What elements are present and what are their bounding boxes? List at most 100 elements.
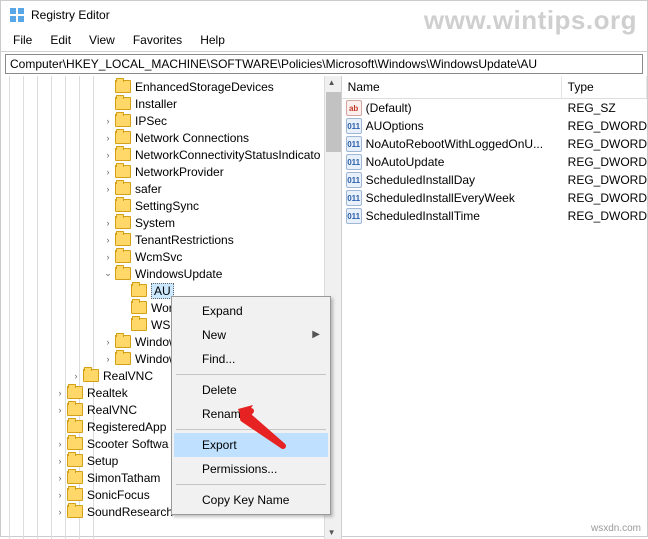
expand-icon[interactable]: › (101, 337, 115, 347)
folder-icon (115, 352, 131, 365)
scroll-up-icon[interactable]: ▲ (328, 78, 336, 87)
footer-text: wsxdn.com (591, 523, 641, 534)
expand-icon[interactable]: › (101, 133, 115, 143)
folder-icon (131, 318, 147, 331)
dword-value-icon: 011 (346, 172, 362, 188)
tree-item[interactable]: ›safer (1, 180, 341, 197)
value-name: ScheduledInstallTime (366, 209, 480, 223)
tree-item[interactable]: › IPSec (1, 112, 341, 129)
folder-icon (67, 403, 83, 416)
menu-view[interactable]: View (81, 31, 123, 49)
menu-item-rename[interactable]: Rename (174, 402, 328, 426)
tree-item-label: SettingSync (135, 199, 199, 213)
value-name: NoAutoUpdate (366, 155, 445, 169)
menu-item-export[interactable]: Export (174, 433, 328, 457)
expand-icon[interactable]: › (53, 473, 67, 483)
expand-icon[interactable]: › (53, 490, 67, 500)
menu-help[interactable]: Help (192, 31, 233, 49)
expand-icon[interactable]: › (53, 405, 67, 415)
value-row[interactable]: 011NoAutoRebootWithLoggedOnU...REG_DWORD (342, 135, 647, 153)
menu-separator (176, 484, 326, 485)
value-row[interactable]: ab(Default)REG_SZ (342, 99, 647, 117)
folder-icon (67, 420, 83, 433)
value-name: AUOptions (366, 119, 424, 133)
dword-value-icon: 011 (346, 118, 362, 134)
dword-value-icon: 011 (346, 208, 362, 224)
expand-icon[interactable]: › (53, 507, 67, 517)
expand-icon[interactable]: ⌄ (101, 268, 115, 279)
value-name: (Default) (366, 101, 412, 115)
tree-item-label: RealVNC (87, 403, 137, 417)
expand-icon[interactable]: › (101, 235, 115, 245)
value-type: REG_DWORD (562, 191, 647, 205)
value-row[interactable]: 011ScheduledInstallDayREG_DWORD (342, 171, 647, 189)
folder-icon (67, 437, 83, 450)
expand-icon[interactable]: › (53, 388, 67, 398)
menu-item-new[interactable]: New▶ (174, 323, 328, 347)
tree-item[interactable]: Installer (1, 95, 341, 112)
window-title: Registry Editor (31, 8, 110, 22)
folder-icon (67, 454, 83, 467)
expand-icon[interactable]: › (101, 354, 115, 364)
tree-item[interactable]: SettingSync (1, 197, 341, 214)
tree-item-label: TenantRestrictions (135, 233, 234, 247)
menu-item-delete[interactable]: Delete (174, 378, 328, 402)
scroll-down-icon[interactable]: ▼ (328, 528, 336, 537)
folder-icon (67, 505, 83, 518)
value-row[interactable]: 011 ScheduledInstallTime REG_DWORD (342, 207, 647, 225)
expand-icon[interactable]: › (101, 167, 115, 177)
value-type: REG_DWORD (562, 173, 647, 187)
value-type: REG_DWORD (562, 137, 647, 151)
expand-icon[interactable]: › (101, 218, 115, 228)
expand-icon[interactable]: › (53, 456, 67, 466)
tree-item[interactable]: ›System (1, 214, 341, 231)
expand-icon[interactable]: › (69, 371, 83, 381)
tree-item[interactable]: ›NetworkProvider (1, 163, 341, 180)
menu-separator (176, 429, 326, 430)
folder-icon (115, 148, 131, 161)
folder-icon (115, 250, 131, 263)
values-pane: Name Type ab(Default)REG_SZ011AUOptionsR… (342, 76, 647, 539)
expand-icon[interactable]: › (101, 184, 115, 194)
folder-icon (115, 182, 131, 195)
value-row[interactable]: 011NoAutoUpdateREG_DWORD (342, 153, 647, 171)
tree-item[interactable]: ›WcmSvc (1, 248, 341, 265)
folder-icon (131, 301, 147, 314)
tree-item-label: Network Connections (135, 131, 249, 145)
tree-item-label: SimonTatham (87, 471, 160, 485)
expand-icon[interactable]: › (101, 116, 115, 126)
tree-item-label: WindowsUpdate (135, 267, 222, 281)
value-type: REG_DWORD (562, 209, 647, 223)
tree-item[interactable]: › Network Connections (1, 129, 341, 146)
value-row[interactable]: 011ScheduledInstallEveryWeekREG_DWORD (342, 189, 647, 207)
value-type: REG_DWORD (562, 119, 647, 133)
tree-item[interactable]: ›NetworkConnectivityStatusIndicato (1, 146, 341, 163)
value-row[interactable]: 011 AUOptions REG_DWORD (342, 117, 647, 135)
scroll-thumb[interactable] (326, 92, 341, 152)
menu-item-copy-key-name[interactable]: Copy Key Name (174, 488, 328, 512)
expand-icon[interactable]: › (101, 150, 115, 160)
folder-icon (115, 80, 131, 93)
tree-item-label: Setup (87, 454, 118, 468)
expand-icon[interactable]: › (53, 439, 67, 449)
string-value-icon: ab (346, 100, 362, 116)
expand-icon[interactable]: › (101, 252, 115, 262)
menu-item-expand[interactable]: Expand (174, 299, 328, 323)
folder-icon (115, 233, 131, 246)
folder-icon (83, 369, 99, 382)
column-name[interactable]: Name (342, 76, 562, 98)
menu-favorites[interactable]: Favorites (125, 31, 190, 49)
menu-item-permissions-[interactable]: Permissions... (174, 457, 328, 481)
folder-icon (67, 471, 83, 484)
menu-file[interactable]: File (5, 31, 40, 49)
menu-separator (176, 374, 326, 375)
menu-item-find-[interactable]: Find... (174, 347, 328, 371)
column-type[interactable]: Type (562, 76, 647, 98)
tree-item[interactable]: › TenantRestrictions (1, 231, 341, 248)
tree-item-label: IPSec (135, 114, 167, 128)
menu-edit[interactable]: Edit (42, 31, 79, 49)
tree-item[interactable]: EnhancedStorageDevices (1, 78, 341, 95)
address-input[interactable] (10, 57, 638, 71)
tree-item-label: EnhancedStorageDevices (135, 80, 274, 94)
tree-item[interactable]: ⌄ WindowsUpdate (1, 265, 341, 282)
